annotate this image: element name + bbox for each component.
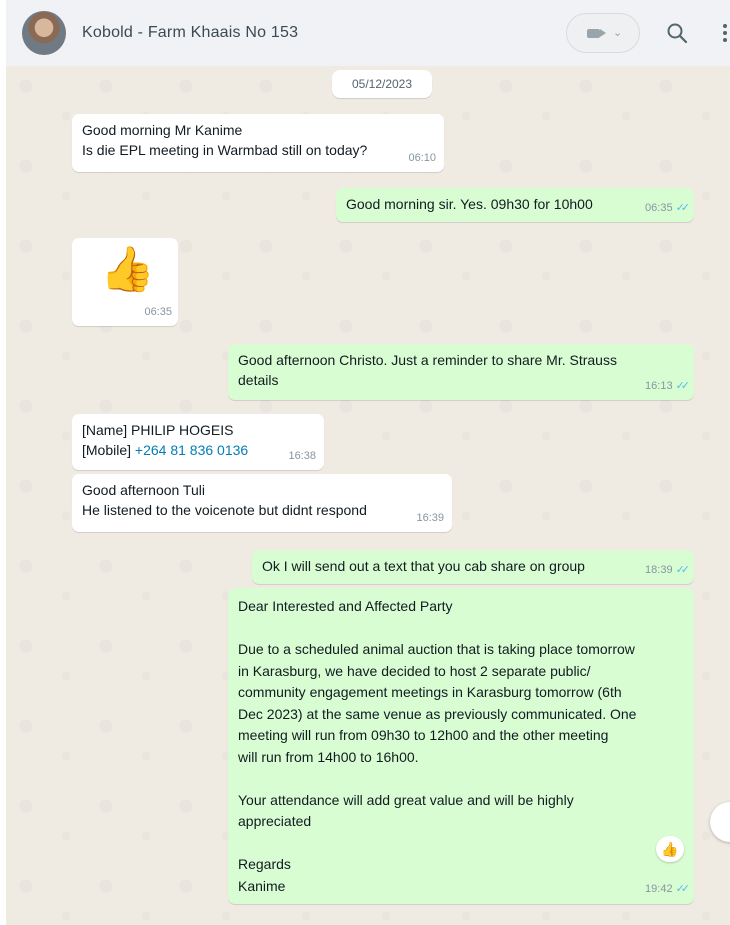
scroll-down-button[interactable]: [710, 802, 730, 842]
message-line: Due to a scheduled animal auction that i…: [238, 641, 635, 657]
contact-card-name: PHILIP HOGEIS: [131, 422, 234, 438]
contact-name-line: [Name] PHILIP HOGEIS: [82, 420, 314, 440]
message-line: meeting will run from 09h30 to 12h00 and…: [238, 727, 609, 743]
message-outgoing[interactable]: Good morning sir. Yes. 09h30 for 10h00 0…: [336, 188, 694, 222]
contact-name[interactable]: Kobold - Farm Khaais No 153: [82, 24, 298, 42]
message-line: Good morning sir. Yes. 09h30 for 10h00: [346, 196, 593, 212]
message-line: He listened to the voicenote but didnt r…: [82, 502, 367, 518]
message-line: Your attendance will add great value and…: [238, 791, 574, 808]
message-time: 16:38: [288, 450, 316, 462]
message-incoming-contact[interactable]: [Name] PHILIP HOGEIS [Mobile] +264 81 83…: [72, 414, 324, 470]
chat-header: Kobold - Farm Khaais No 153 ⌄: [6, 0, 730, 67]
read-receipt-icon: ✓✓: [675, 380, 691, 392]
message-line: in Karasburg, we have decided to host 2 …: [238, 662, 591, 679]
video-camera-icon: [587, 29, 600, 38]
message-incoming[interactable]: Good morning Mr Kanime Is die EPL meetin…: [72, 114, 444, 172]
message-time: 06:35: [144, 306, 172, 318]
message-time: 19:42: [645, 882, 673, 895]
thumbs-up-reaction[interactable]: 👍: [656, 836, 684, 862]
search-icon[interactable]: [666, 22, 688, 44]
message-line: [238, 833, 684, 855]
message-line: community engagement meetings in Karasbu…: [238, 684, 622, 700]
contact-mobile-label: [Mobile]: [82, 442, 132, 458]
video-camera-lens: [600, 29, 606, 37]
message-incoming-sticker[interactable]: 👍 06:35: [72, 238, 178, 326]
message-line: Dec 2023) at the same venue as previousl…: [238, 705, 637, 722]
message-outgoing[interactable]: Good afternoon Christo. Just a reminder …: [228, 344, 694, 400]
message-line: will run from 14h00 to 16h00.: [238, 748, 419, 765]
message-line: Regards: [238, 856, 291, 872]
message-line: Good afternoon Christo. Just a reminder …: [238, 352, 617, 368]
message-line: [238, 618, 684, 640]
message-line: appreciated: [238, 813, 312, 829]
message-outgoing[interactable]: Dear Interested and Affected Party Due t…: [228, 588, 694, 904]
message-meta: 06:35 ✓✓: [645, 198, 691, 218]
message-line: details: [238, 372, 279, 388]
read-receipt-icon: ✓✓: [675, 564, 691, 576]
message-line: Good afternoon Tuli: [82, 482, 205, 498]
message-time: 06:10: [408, 152, 436, 164]
message-line: Is die EPL meeting in Warmbad still on t…: [82, 142, 368, 158]
message-outgoing[interactable]: Ok I will send out a text that you cab s…: [252, 550, 694, 584]
message-incoming[interactable]: Good afternoon Tuli He listened to the v…: [72, 474, 452, 532]
message-line: Kanime: [238, 877, 286, 894]
contact-mobile-line: [Mobile] +264 81 836 0136: [82, 440, 314, 460]
message-line: [238, 768, 684, 790]
read-receipt-icon: ✓✓: [675, 882, 691, 895]
message-line: Ok I will send out a text that you cab s…: [262, 558, 585, 574]
message-time: 06:35: [645, 202, 673, 214]
contact-name-label: [Name]: [82, 422, 128, 438]
date-divider: 05/12/2023: [332, 70, 432, 98]
message-meta: 16:13 ✓✓: [645, 376, 691, 396]
message-time: 16:39: [416, 512, 444, 524]
contact-avatar[interactable]: [22, 11, 66, 55]
read-receipt-icon: ✓✓: [675, 202, 691, 214]
thumbs-up-emoji: 👍: [100, 245, 155, 294]
video-call-button[interactable]: ⌄: [566, 13, 640, 53]
message-time: 18:39: [645, 564, 673, 576]
message-line: Dear Interested and Affected Party: [238, 598, 453, 614]
message-meta: 19:42 ✓✓: [645, 879, 691, 901]
message-meta: 18:39 ✓✓: [645, 560, 691, 580]
menu-icon[interactable]: [722, 22, 728, 44]
message-line: Good morning Mr Kanime: [82, 122, 243, 138]
chevron-down-icon: ⌄: [613, 27, 623, 39]
message-list[interactable]: 05/12/2023 Good morning Mr Kanime Is die…: [6, 66, 730, 925]
phone-number-link[interactable]: +264 81 836 0136: [135, 442, 248, 458]
message-time: 16:13: [645, 380, 673, 392]
